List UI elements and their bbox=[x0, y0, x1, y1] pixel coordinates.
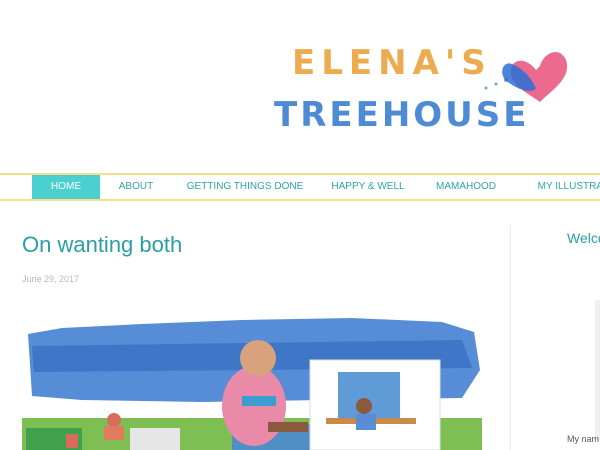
post-date: June 29, 2017 bbox=[22, 274, 80, 284]
nav-item-getting-things-done[interactable]: GETTING THINGS DONE bbox=[180, 175, 310, 199]
sidebar-image bbox=[595, 300, 600, 440]
sidebar-divider bbox=[510, 225, 511, 450]
sidebar-title: Welco bbox=[567, 230, 600, 246]
logo-line1: ELENA'S bbox=[292, 43, 492, 83]
site-logo[interactable]: ELENA'S TREEHOUSE bbox=[274, 30, 574, 130]
logo-line2: TREEHOUSE bbox=[274, 95, 530, 130]
post-title[interactable]: On wanting both bbox=[22, 232, 182, 258]
nav-item-home[interactable]: HOME bbox=[32, 175, 100, 199]
nav-item-about[interactable]: ABOUT bbox=[108, 175, 164, 199]
sidebar-text: My nam bbox=[567, 434, 600, 444]
post-illustration bbox=[22, 310, 482, 450]
nav-item-mamahood[interactable]: MAMAHOOD bbox=[428, 175, 504, 199]
nav-item-happy-well[interactable]: HAPPY & WELL bbox=[322, 175, 414, 199]
main-nav: HOME ABOUT GETTING THINGS DONE HAPPY & W… bbox=[0, 173, 600, 201]
nav-item-my-illustrations[interactable]: MY ILLUSTRAT bbox=[528, 175, 600, 199]
